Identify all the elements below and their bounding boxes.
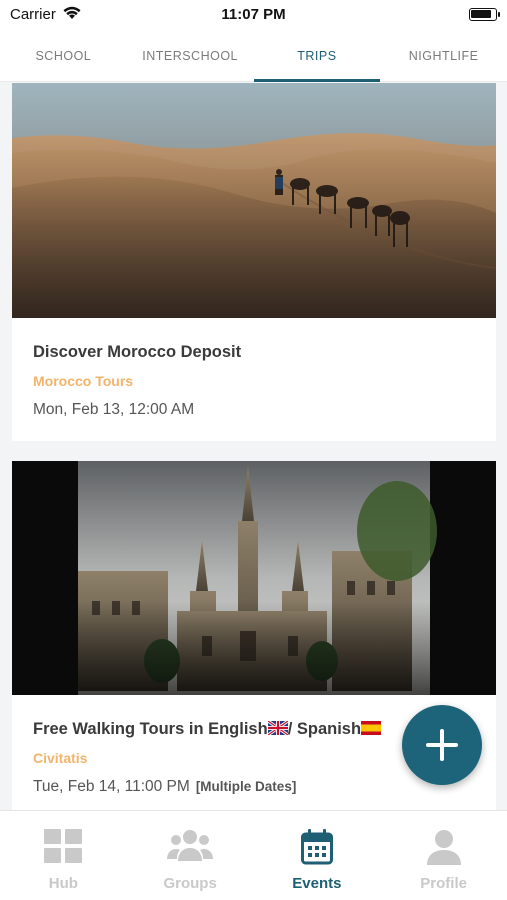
event-title: Discover Morocco Deposit bbox=[33, 343, 242, 361]
tab-interschool[interactable]: INTERSCHOOL bbox=[127, 30, 254, 81]
event-title-text: Free Walking Tours in English bbox=[33, 720, 268, 738]
gothic-cathedral-image bbox=[12, 461, 496, 695]
event-date: Tue, Feb 14, 11:00 PM [Multiple Dates] bbox=[33, 778, 296, 796]
event-organizer[interactable]: Civitatis bbox=[33, 750, 87, 766]
nav-profile-label: Profile bbox=[420, 875, 467, 892]
event-organizer[interactable]: Morocco Tours bbox=[33, 373, 133, 389]
tab-nightlife[interactable]: NIGHTLIFE bbox=[380, 30, 507, 81]
plus-icon bbox=[426, 729, 458, 761]
event-list[interactable]: Discover Morocco Deposit Morocco Tours M… bbox=[0, 83, 507, 810]
tab-trips[interactable]: TRIPS bbox=[253, 30, 381, 82]
category-tabs: SCHOOL INTERSCHOOL TRIPS NIGHTLIFE bbox=[0, 30, 507, 82]
nav-profile[interactable]: Profile bbox=[380, 811, 507, 900]
multiple-dates-badge: [Multiple Dates] bbox=[195, 779, 297, 794]
bottom-nav: Hub Groups Events Profile bbox=[0, 810, 507, 900]
battery-icon bbox=[469, 8, 500, 21]
event-title: Free Walking Tours in English / Spanish bbox=[33, 719, 382, 740]
add-event-button[interactable] bbox=[402, 705, 482, 785]
nav-groups-label: Groups bbox=[163, 875, 217, 892]
event-date: Mon, Feb 13, 12:00 AM bbox=[33, 401, 195, 418]
event-date-text: Tue, Feb 14, 11:00 PM bbox=[33, 778, 190, 795]
nav-events-label: Events bbox=[292, 875, 342, 892]
calendar-icon bbox=[300, 829, 333, 870]
status-bar: Carrier 11:07 PM bbox=[0, 0, 507, 30]
uk-flag-icon bbox=[266, 719, 289, 740]
nav-events[interactable]: Events bbox=[254, 811, 381, 900]
people-icon bbox=[167, 829, 214, 868]
spain-flag-icon bbox=[361, 721, 382, 740]
tab-school[interactable]: SCHOOL bbox=[0, 30, 127, 81]
event-card[interactable]: Discover Morocco Deposit Morocco Tours M… bbox=[12, 83, 496, 441]
nav-hub-label: Hub bbox=[48, 875, 78, 892]
grid-icon bbox=[44, 829, 83, 868]
nav-groups[interactable]: Groups bbox=[127, 811, 254, 900]
desert-camel-caravan-image bbox=[12, 83, 496, 318]
event-title-sep: / Spanish bbox=[287, 720, 362, 738]
nav-hub[interactable]: Hub bbox=[0, 811, 127, 900]
status-time: 11:07 PM bbox=[221, 6, 286, 23]
person-icon bbox=[426, 829, 462, 870]
